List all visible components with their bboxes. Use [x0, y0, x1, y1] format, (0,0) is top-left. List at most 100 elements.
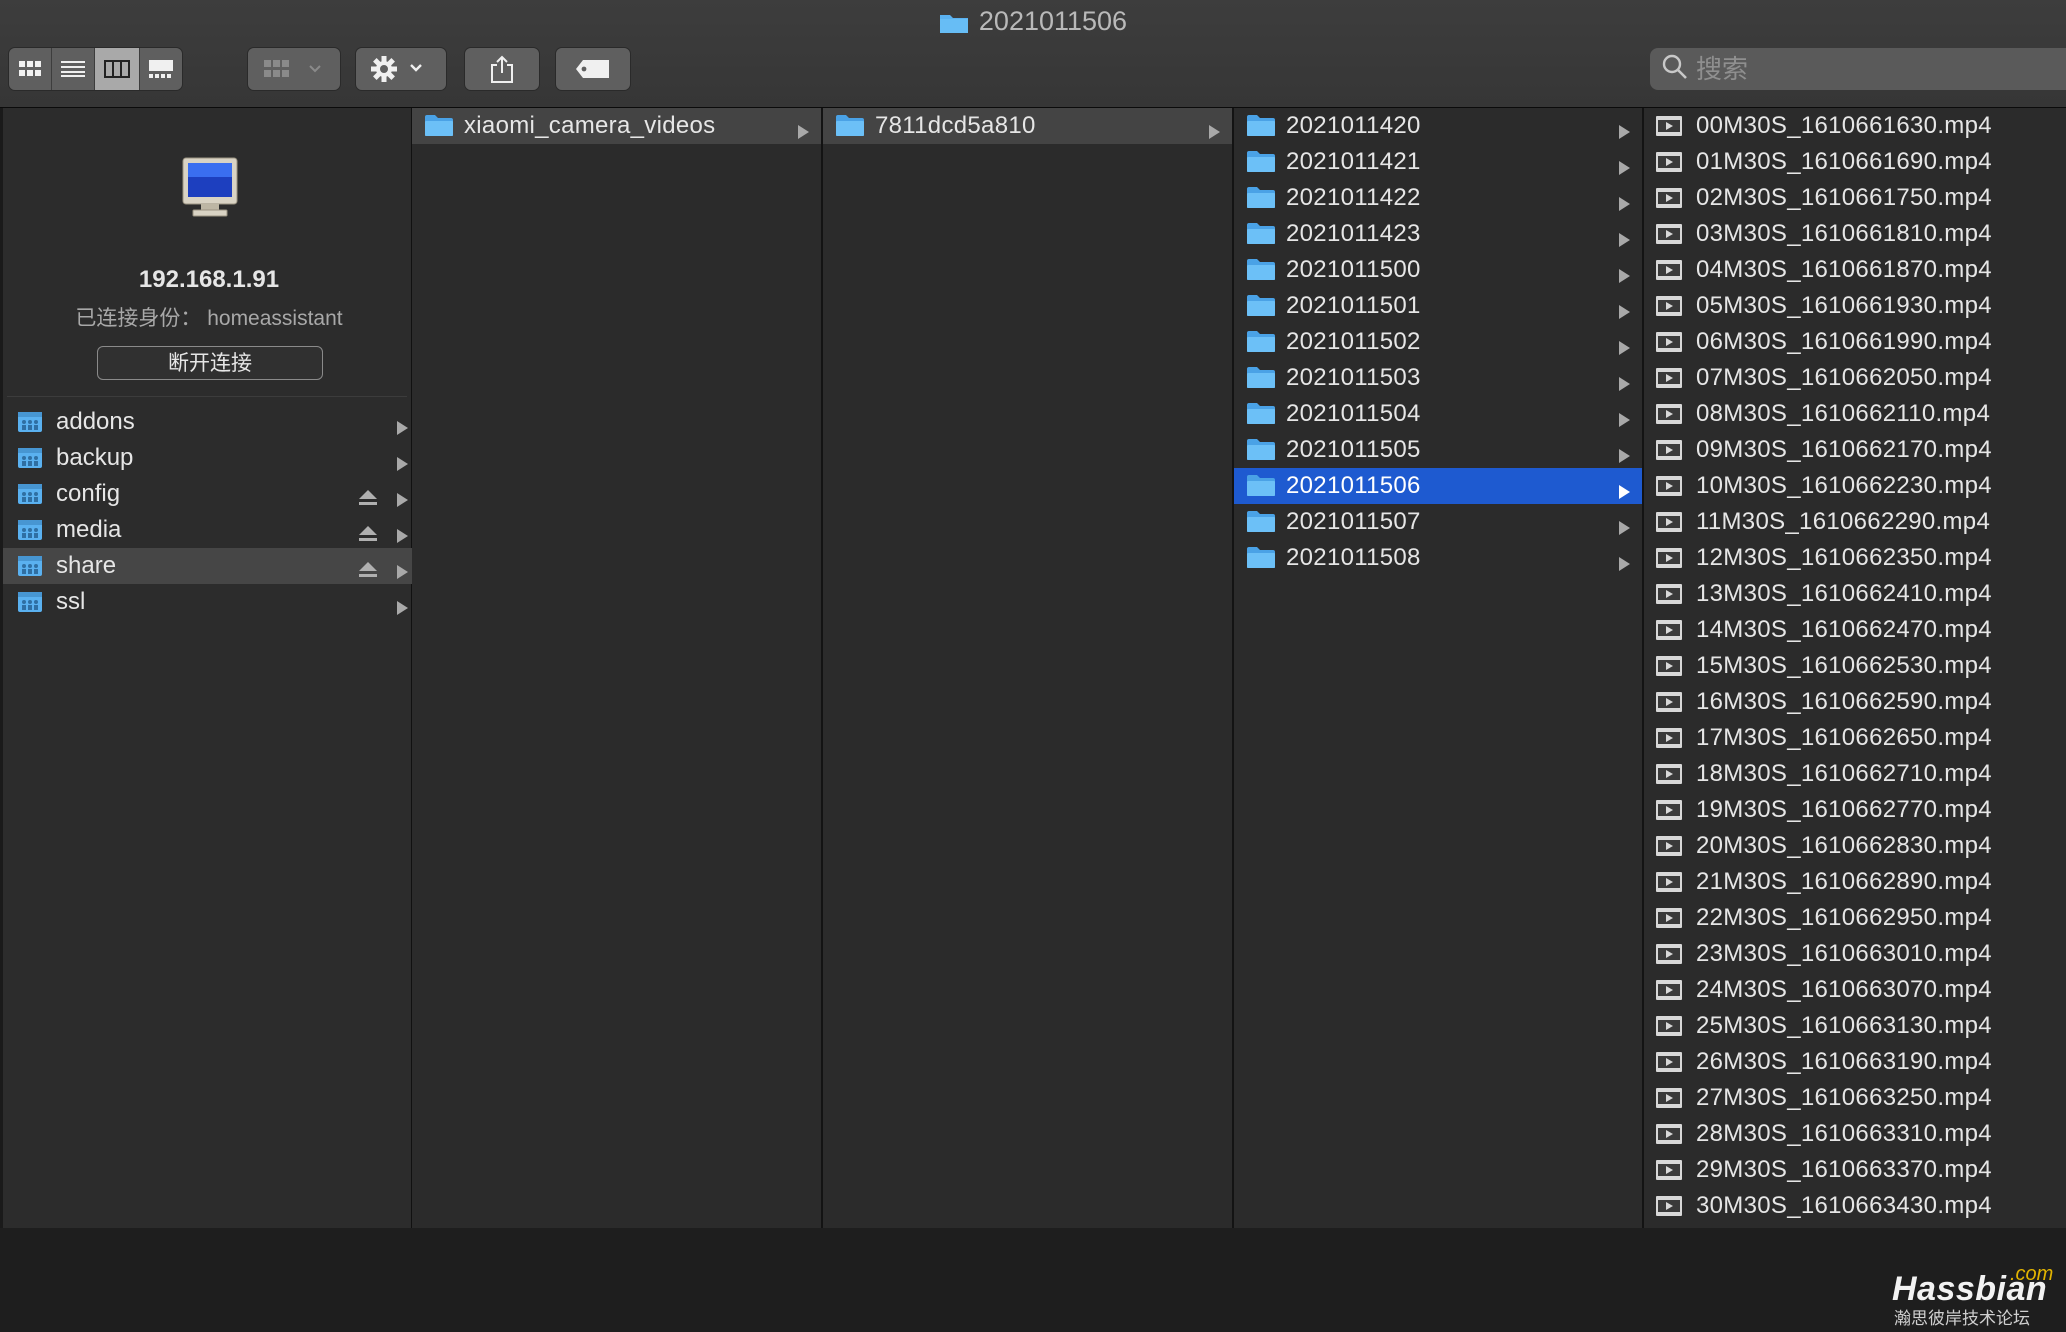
folder-row[interactable]: 2021011508: [1234, 540, 1642, 576]
folder-row[interactable]: 2021011503: [1234, 360, 1642, 396]
disconnect-button[interactable]: 断开连接: [97, 346, 323, 380]
file-name: 14M30S_1610662470.mp4: [1696, 616, 1992, 643]
disclosure-arrow-icon: [1619, 442, 1630, 470]
file-name: 08M30S_1610662110.mp4: [1696, 400, 1991, 427]
video-file-row[interactable]: 07M30S_1610662050.mp4: [1644, 360, 2066, 396]
folder-row[interactable]: 7811dcd5a810: [823, 108, 1232, 144]
share-list: addons backup config media share ssl: [3, 404, 415, 620]
search-input[interactable]: [1694, 52, 2038, 86]
video-file-row[interactable]: 26M30S_1610663190.mp4: [1644, 1044, 2066, 1080]
folder-row[interactable]: 2021011502: [1234, 324, 1642, 360]
list-view-button[interactable]: [52, 48, 95, 90]
gallery-view-button[interactable]: [140, 48, 182, 90]
video-file-row[interactable]: 05M30S_1610661930.mp4: [1644, 288, 2066, 324]
video-file-row[interactable]: 04M30S_1610661870.mp4: [1644, 252, 2066, 288]
tag-button[interactable]: [556, 48, 630, 90]
video-file-row[interactable]: 10M30S_1610662230.mp4: [1644, 468, 2066, 504]
video-file-row[interactable]: 30M30S_1610663430.mp4: [1644, 1188, 2066, 1224]
video-file-row[interactable]: 12M30S_1610662350.mp4: [1644, 540, 2066, 576]
share-item-addons[interactable]: addons: [3, 404, 415, 440]
video-file-row[interactable]: 24M30S_1610663070.mp4: [1644, 972, 2066, 1008]
folder-row[interactable]: 2021011504: [1234, 396, 1642, 432]
video-file-row[interactable]: 23M30S_1610663010.mp4: [1644, 936, 2066, 972]
folder-row[interactable]: 2021011422: [1234, 180, 1642, 216]
video-file-icon: [1656, 655, 1682, 683]
share-label: ssl: [56, 588, 86, 615]
eject-icon[interactable]: [359, 485, 377, 513]
video-file-row[interactable]: 11M30S_1610662290.mp4: [1644, 504, 2066, 540]
video-file-row[interactable]: 16M30S_1610662590.mp4: [1644, 684, 2066, 720]
file-name: 06M30S_1610661990.mp4: [1696, 328, 1992, 355]
video-file-row[interactable]: 09M30S_1610662170.mp4: [1644, 432, 2066, 468]
share-item-ssl[interactable]: ssl: [3, 584, 415, 620]
folder-row[interactable]: 2021011423: [1234, 216, 1642, 252]
disclosure-arrow-icon: [798, 118, 809, 146]
video-file-icon: [1656, 1159, 1682, 1187]
finder-window: 2021011506 搜索 192.168.1.91 已连接身份： homeas…: [0, 0, 2066, 1328]
video-file-row[interactable]: 27M30S_1610663250.mp4: [1644, 1080, 2066, 1116]
folder-row[interactable]: 2021011501: [1234, 288, 1642, 324]
search-field[interactable]: [1650, 48, 2066, 90]
icon-view-button[interactable]: [9, 48, 52, 90]
disclosure-arrow-icon: [397, 450, 408, 478]
file-name: 27M30S_1610663250.mp4: [1696, 1084, 1992, 1111]
folder-icon: [1246, 330, 1276, 360]
column-view-button[interactable]: [95, 48, 140, 90]
list-view-icon: [61, 61, 85, 77]
disclosure-arrow-icon: [1619, 226, 1630, 254]
video-file-row[interactable]: 03M30S_1610661810.mp4: [1644, 216, 2066, 252]
folder-icon: [1246, 258, 1276, 288]
folder-row[interactable]: 2021011506: [1234, 468, 1642, 504]
folder-row[interactable]: 2021011420: [1234, 108, 1642, 144]
video-file-row[interactable]: 21M30S_1610662890.mp4: [1644, 864, 2066, 900]
file-name: 11M30S_1610662290.mp4: [1696, 508, 1991, 535]
window-title: 2021011506: [0, 6, 2066, 40]
video-file-icon: [1656, 943, 1682, 971]
share-label: addons: [56, 408, 135, 435]
video-file-row[interactable]: 14M30S_1610662470.mp4: [1644, 612, 2066, 648]
video-file-row[interactable]: 13M30S_1610662410.mp4: [1644, 576, 2066, 612]
folder-row[interactable]: 2021011500: [1234, 252, 1642, 288]
file-name: 28M30S_1610663310.mp4: [1696, 1120, 1992, 1147]
folder-row[interactable]: 2021011421: [1234, 144, 1642, 180]
video-file-row[interactable]: 01M30S_1610661690.mp4: [1644, 144, 2066, 180]
svg-text:.com: .com: [2010, 1263, 2053, 1285]
video-file-row[interactable]: 17M30S_1610662650.mp4: [1644, 720, 2066, 756]
video-file-row[interactable]: 22M30S_1610662950.mp4: [1644, 900, 2066, 936]
video-file-row[interactable]: 20M30S_1610662830.mp4: [1644, 828, 2066, 864]
video-file-row[interactable]: 18M30S_1610662710.mp4: [1644, 756, 2066, 792]
folder-row[interactable]: 2021011507: [1234, 504, 1642, 540]
video-file-row[interactable]: 19M30S_1610662770.mp4: [1644, 792, 2066, 828]
folder-name: 2021011422: [1286, 184, 1421, 211]
disclosure-arrow-icon: [1619, 514, 1630, 542]
share-item-media[interactable]: media: [3, 512, 415, 548]
video-file-row[interactable]: 25M30S_1610663130.mp4: [1644, 1008, 2066, 1044]
folder-icon: [1246, 510, 1276, 540]
action-menu-button[interactable]: [356, 48, 446, 90]
video-file-row[interactable]: 28M30S_1610663310.mp4: [1644, 1116, 2066, 1152]
video-file-row[interactable]: 02M30S_1610661750.mp4: [1644, 180, 2066, 216]
eject-icon[interactable]: [359, 557, 377, 585]
video-file-row[interactable]: 15M30S_1610662530.mp4: [1644, 648, 2066, 684]
folder-name: xiaomi_camera_videos: [464, 112, 716, 139]
video-file-row[interactable]: 29M30S_1610663370.mp4: [1644, 1152, 2066, 1188]
eject-icon[interactable]: [359, 521, 377, 549]
video-file-row[interactable]: 06M30S_1610661990.mp4: [1644, 324, 2066, 360]
share-item-backup[interactable]: backup: [3, 440, 415, 476]
folder-row[interactable]: 2021011505: [1234, 432, 1642, 468]
disclosure-arrow-icon: [1619, 550, 1630, 578]
server-address: 192.168.1.91: [138, 266, 280, 293]
share-item-share[interactable]: share: [3, 548, 415, 584]
video-file-icon: [1656, 439, 1682, 467]
share-button[interactable]: [465, 48, 539, 90]
folder-name: 2021011503: [1286, 364, 1421, 391]
share-item-config[interactable]: config: [3, 476, 415, 512]
file-name: 05M30S_1610661930.mp4: [1696, 292, 1992, 319]
file-name: 09M30S_1610662170.mp4: [1696, 436, 1992, 463]
folder-row[interactable]: xiaomi_camera_videos: [412, 108, 821, 144]
group-by-button[interactable]: [248, 48, 340, 90]
video-file-row[interactable]: 00M30S_1610661630.mp4: [1644, 108, 2066, 144]
share-label: share: [56, 552, 117, 579]
video-file-row[interactable]: 08M30S_1610662110.mp4: [1644, 396, 2066, 432]
disclosure-arrow-icon: [1619, 406, 1630, 434]
